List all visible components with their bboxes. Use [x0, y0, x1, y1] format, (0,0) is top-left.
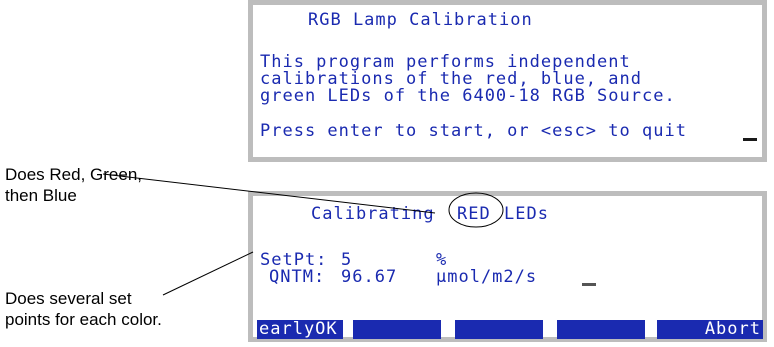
setpoint-callout-line — [162, 251, 254, 296]
red-highlight-circle — [448, 192, 504, 228]
callout-overlay — [102, 173, 504, 296]
color-callout-line — [102, 173, 436, 214]
